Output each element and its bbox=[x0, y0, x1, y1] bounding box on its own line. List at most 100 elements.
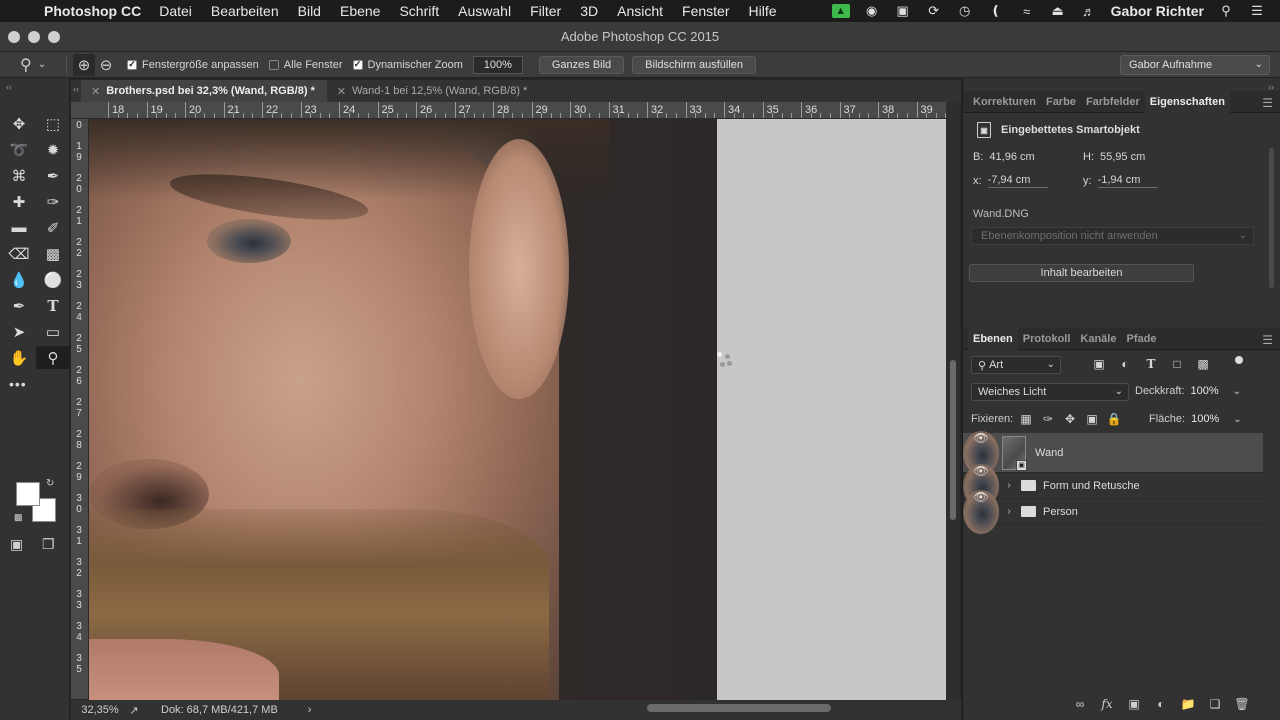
canvas-horizontal-scrollbar-thumb[interactable] bbox=[647, 704, 831, 712]
filter-smart-object-icon[interactable]: ▩ bbox=[1195, 356, 1211, 372]
y-value[interactable]: -1,94 cm bbox=[1097, 174, 1158, 188]
tab-history[interactable]: Protokoll bbox=[1018, 328, 1076, 350]
close-tab-icon[interactable]: ✕ bbox=[91, 85, 100, 98]
menu-help[interactable]: Hilfe bbox=[749, 3, 777, 19]
search-icon[interactable]: ⚲ bbox=[1217, 3, 1235, 18]
document-canvas[interactable] bbox=[89, 119, 946, 700]
layer-row[interactable]: 👁 ▣ Wand bbox=[963, 430, 1263, 475]
scrubby-zoom-checkbox[interactable]: ✓ Dynamischer Zoom bbox=[352, 59, 463, 71]
menu-layer[interactable]: Ebene bbox=[340, 3, 380, 19]
blend-mode-select[interactable]: Weiches Licht ⌄ bbox=[971, 383, 1129, 401]
brush-tool-icon[interactable]: ✑ bbox=[36, 190, 70, 213]
tab-adjustments[interactable]: Korrekturen bbox=[968, 91, 1041, 113]
history-brush-tool-icon[interactable]: ✐ bbox=[36, 216, 70, 239]
edit-contents-button[interactable]: Inhalt bearbeiten bbox=[969, 264, 1194, 282]
swap-colors-icon[interactable]: ↻ bbox=[46, 478, 54, 489]
collapse-toolbox-icon[interactable]: ‹‹ bbox=[6, 82, 12, 92]
default-colors-icon[interactable]: ▩ bbox=[14, 512, 23, 523]
fill-screen-button[interactable]: Bildschirm ausfüllen bbox=[632, 55, 756, 74]
menubar-user[interactable]: Gabor Richter bbox=[1111, 3, 1204, 19]
link-layers-icon[interactable]: ∞ bbox=[1073, 696, 1087, 712]
menu-file[interactable]: Datei bbox=[159, 3, 192, 19]
dodge-tool-icon[interactable]: ⚪ bbox=[36, 268, 70, 291]
quick-mask-icon[interactable]: ▣ bbox=[10, 536, 23, 553]
chevron-down-icon[interactable]: ⌄ bbox=[1233, 414, 1241, 425]
x-field[interactable]: x: -7,94 cm bbox=[973, 174, 1083, 188]
zoom-in-icon[interactable]: ⊕ bbox=[73, 53, 95, 76]
width-field[interactable]: B: 41,96 cm bbox=[973, 151, 1083, 163]
zoom-tool-icon[interactable]: ⚲ bbox=[36, 346, 70, 369]
share-icon[interactable]: ↗ bbox=[125, 704, 143, 717]
properties-scrollbar[interactable] bbox=[1269, 148, 1274, 288]
opacity-control[interactable]: Deckkraft: 100% ⌄ bbox=[1135, 385, 1241, 397]
eyedropper-tool-icon[interactable]: ✒ bbox=[36, 164, 70, 187]
lock-artboard-icon[interactable]: ▣ bbox=[1085, 411, 1099, 427]
ruler-vertical[interactable]: 0 19 20 21 22 23 24 25 26 27 28 29 30 31 32 33 34 35 bbox=[71, 119, 89, 699]
move-tool-icon[interactable]: ✥ bbox=[2, 112, 36, 135]
menu-window[interactable]: Fenster bbox=[682, 3, 729, 19]
tool-preset-picker[interactable]: ⚲ ⌄ bbox=[0, 55, 60, 75]
menu-view[interactable]: Ansicht bbox=[617, 3, 663, 19]
gradient-tool-icon[interactable]: ▩ bbox=[36, 242, 70, 265]
healing-brush-tool-icon[interactable]: ✚ bbox=[2, 190, 36, 213]
y-field[interactable]: y: -1,94 cm bbox=[1083, 174, 1158, 188]
menu-app-name[interactable]: Photoshop CC bbox=[44, 3, 141, 19]
more-tools-icon[interactable]: ••• bbox=[9, 376, 27, 392]
layer-filter-select[interactable]: ⚲ Art ⌄ bbox=[971, 356, 1061, 374]
tab-paths[interactable]: Pfade bbox=[1121, 328, 1161, 350]
bluetooth-icon[interactable]: ❪ bbox=[987, 3, 1005, 18]
filter-pixel-icon[interactable]: ▣ bbox=[1091, 356, 1107, 372]
zoom-out-icon[interactable]: ⊖ bbox=[95, 54, 117, 76]
clone-stamp-tool-icon[interactable]: ▬ bbox=[2, 216, 36, 239]
chevron-right-icon[interactable]: › bbox=[999, 480, 1019, 491]
chevron-right-icon[interactable]: › bbox=[308, 704, 312, 716]
battery-monitor-icon[interactable]: ▣ bbox=[894, 3, 912, 18]
x-value[interactable]: -7,94 cm bbox=[987, 174, 1048, 188]
lock-pixels-icon[interactable]: ✑ bbox=[1041, 411, 1055, 427]
layer-name[interactable]: Form und Retusche bbox=[1043, 480, 1140, 492]
fit-screen-button[interactable]: Ganzes Bild bbox=[538, 55, 625, 74]
close-tab-icon[interactable]: ✕ bbox=[337, 85, 346, 98]
new-adjustment-layer-icon[interactable]: ◐ bbox=[1154, 696, 1168, 712]
hand-tool-icon[interactable]: ✋ bbox=[2, 346, 36, 369]
menu-type[interactable]: Schrift bbox=[399, 3, 439, 19]
menu-3d[interactable]: 3D bbox=[580, 3, 598, 19]
eraser-tool-icon[interactable]: ⌫ bbox=[2, 242, 36, 265]
type-tool-icon[interactable]: T bbox=[36, 294, 70, 317]
tab-swatches[interactable]: Farbfelder bbox=[1081, 91, 1145, 113]
time-machine-icon[interactable]: ◷ bbox=[956, 3, 974, 18]
new-layer-icon[interactable]: ❏ bbox=[1208, 696, 1222, 712]
blur-tool-icon[interactable]: 💧 bbox=[2, 268, 36, 291]
all-windows-checkbox[interactable]: ✓ Alle Fenster bbox=[268, 59, 343, 71]
workspace-select[interactable]: Gabor Aufnahme ⌄ bbox=[1120, 55, 1270, 75]
height-field[interactable]: H: 55,95 cm bbox=[1083, 151, 1145, 163]
crop-tool-icon[interactable]: ⌘ bbox=[2, 164, 36, 187]
menu-image[interactable]: Bild bbox=[298, 3, 321, 19]
foreground-color-swatch[interactable] bbox=[16, 482, 40, 506]
lock-transparency-icon[interactable]: ▦ bbox=[1019, 411, 1033, 427]
layer-row[interactable]: 👁 › Person bbox=[963, 489, 1263, 534]
layer-effects-icon[interactable]: fx bbox=[1100, 696, 1114, 712]
sync-icon[interactable]: ⟳ bbox=[925, 3, 943, 18]
scrollbar-thumb[interactable] bbox=[950, 360, 956, 520]
evernote-icon[interactable]: ▲ bbox=[831, 4, 850, 18]
pen-tool-icon[interactable]: ✒ bbox=[2, 294, 36, 317]
trash-icon[interactable]: 🗑 bbox=[1234, 696, 1249, 712]
quick-selection-tool-icon[interactable]: ✹ bbox=[36, 138, 70, 161]
layer-name[interactable]: Wand bbox=[1035, 447, 1063, 459]
chevron-right-icon[interactable]: › bbox=[999, 506, 1019, 517]
eject-icon[interactable]: ⏏ bbox=[1049, 3, 1067, 18]
fill-control[interactable]: Fläche: 100% ⌄ bbox=[1149, 413, 1242, 425]
filter-shape-icon[interactable]: □ bbox=[1169, 356, 1185, 372]
tab-color[interactable]: Farbe bbox=[1041, 91, 1081, 113]
visibility-eye-icon[interactable]: 👁 bbox=[963, 489, 999, 534]
panel-menu-icon[interactable]: ☰ bbox=[1262, 333, 1273, 347]
filter-adjustment-icon[interactable]: ◐ bbox=[1117, 356, 1133, 372]
new-group-icon[interactable]: 📁 bbox=[1181, 696, 1196, 712]
menu-edit[interactable]: Bearbeiten bbox=[211, 3, 279, 19]
tab-layers[interactable]: Ebenen bbox=[968, 327, 1018, 350]
screen-mode-icon[interactable]: ❐ bbox=[42, 536, 55, 553]
lock-all-icon[interactable]: 🔒 bbox=[1107, 411, 1122, 427]
layer-row[interactable]: 👁 › Form und Retusche bbox=[963, 463, 1263, 508]
filter-toggle[interactable] bbox=[1235, 356, 1245, 374]
